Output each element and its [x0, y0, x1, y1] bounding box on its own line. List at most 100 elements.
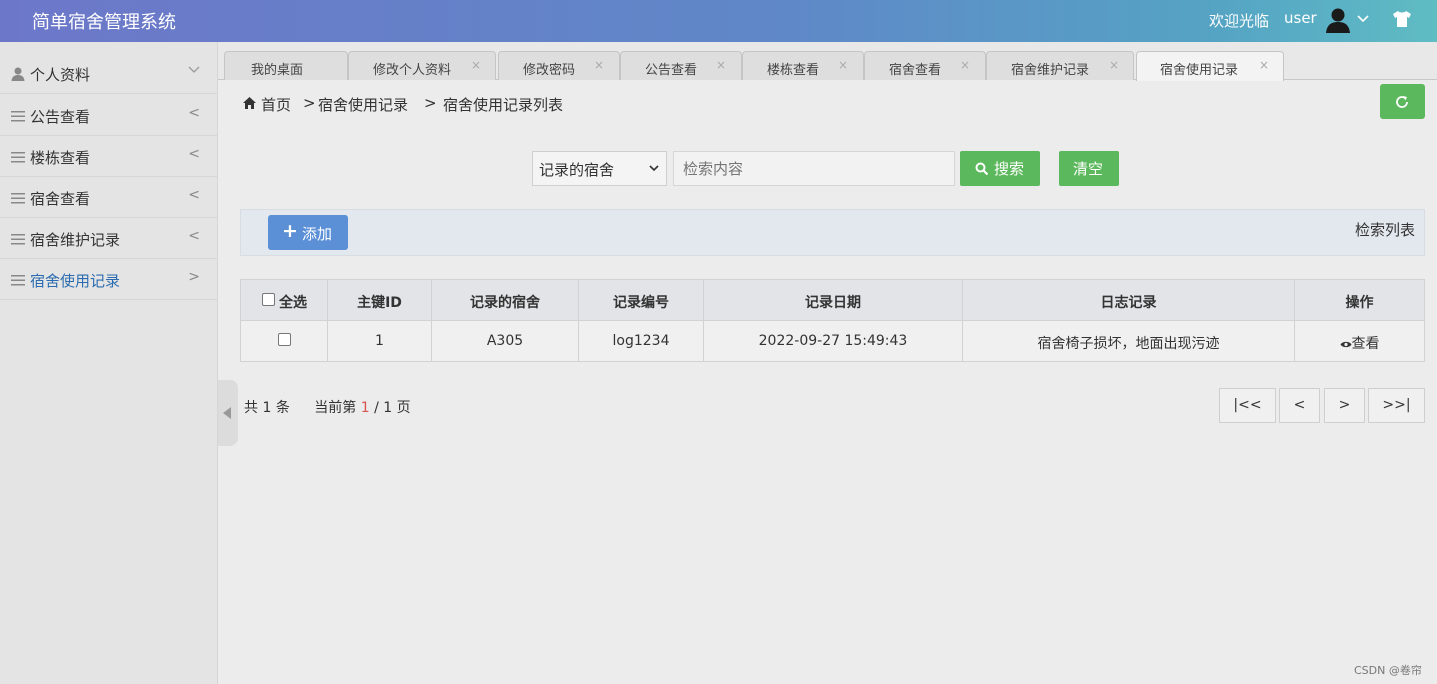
- sidebar-item-maintenance[interactable]: 宿舍维护记录 <: [0, 218, 218, 259]
- chevron-left-icon: <: [188, 187, 200, 203]
- cell-date: 2022-09-27 15:49:43: [704, 321, 963, 361]
- sidebar-item-dorms[interactable]: 宿舍查看 <: [0, 177, 218, 218]
- breadcrumb-separator: >: [303, 94, 316, 112]
- close-icon[interactable]: ×: [1109, 58, 1119, 72]
- search-field-value: 记录的宿舍: [539, 161, 615, 179]
- search-button[interactable]: 搜索: [960, 151, 1040, 186]
- breadcrumb-home[interactable]: 首页: [261, 94, 291, 115]
- view-link[interactable]: 查看: [1295, 333, 1424, 353]
- view-link-label: 查看: [1351, 336, 1380, 352]
- cell-dorm: A305: [432, 321, 579, 361]
- current-page: 1: [360, 400, 370, 416]
- close-icon[interactable]: ×: [594, 58, 604, 72]
- close-icon[interactable]: ×: [471, 58, 481, 72]
- chevron-down-icon: [649, 165, 659, 172]
- breadcrumb-separator: >: [424, 94, 437, 112]
- top-header: 简单宿舍管理系统 欢迎光临 user: [0, 0, 1437, 42]
- breadcrumb-current: 宿舍使用记录列表: [443, 96, 564, 114]
- next-page-button[interactable]: >: [1324, 388, 1365, 423]
- table-header: 全选 主键ID 记录的宿舍 记录编号 记录日期 日志记录 操作: [241, 280, 1424, 321]
- sidebar-item-buildings[interactable]: 楼栋查看 <: [0, 136, 218, 177]
- sidebar-item-label: 宿舍使用记录: [30, 272, 121, 290]
- list-toolbar: [240, 209, 1425, 256]
- breadcrumb: 首页 > 宿舍使用记录 > 宿舍使用记录列表: [238, 80, 1437, 126]
- sidebar-item-profile[interactable]: 个人资料: [0, 53, 218, 94]
- username[interactable]: user: [1284, 9, 1317, 27]
- tab-dorms[interactable]: 宿舍查看 ×: [864, 51, 986, 80]
- close-icon[interactable]: ×: [838, 58, 848, 72]
- tab-label: 修改密码: [523, 63, 576, 78]
- column-header: 操作: [1345, 295, 1374, 311]
- add-button[interactable]: + 添加: [268, 215, 348, 250]
- sidebar-item-label: 宿舍查看: [30, 190, 91, 208]
- list-icon: [11, 152, 25, 163]
- sidebar: 个人资料 公告查看 < 楼栋查看 < 宿舍查看 < 宿舍维护记录 < 宿舍使用记…: [0, 42, 218, 684]
- chevron-left-icon: <: [188, 228, 200, 244]
- breadcrumb-section[interactable]: 宿舍使用记录: [318, 94, 408, 115]
- list-icon: [11, 234, 25, 245]
- tab-label: 我的桌面: [251, 63, 304, 78]
- theme-shirt-icon[interactable]: [1392, 10, 1412, 28]
- tab-buildings[interactable]: 楼栋查看 ×: [742, 51, 864, 80]
- total-pages: 1: [383, 400, 393, 416]
- sidebar-item-label: 楼栋查看: [30, 149, 91, 167]
- chevron-right-icon: >: [188, 269, 200, 285]
- chevron-left-icon: <: [188, 146, 200, 162]
- prev-page-button[interactable]: <: [1279, 388, 1320, 423]
- sidebar-collapse-handle[interactable]: [218, 380, 238, 446]
- collapse-arrow-icon: [223, 407, 231, 419]
- select-all-checkbox[interactable]: [262, 293, 275, 306]
- records-table: 全选 主键ID 记录的宿舍 记录编号 记录日期 日志记录 操作 1 A305 l…: [240, 279, 1425, 362]
- tab-desktop[interactable]: 我的桌面: [224, 51, 348, 80]
- cell-code: log1234: [579, 321, 704, 361]
- list-icon: [11, 193, 25, 204]
- total-count: 1: [262, 400, 272, 416]
- tab-label: 宿舍查看: [889, 63, 942, 78]
- last-page-button[interactable]: >>|: [1368, 388, 1425, 423]
- column-header: 日志记录: [963, 280, 1295, 320]
- column-header: 记录的宿舍: [432, 280, 579, 320]
- close-icon[interactable]: ×: [1259, 58, 1269, 72]
- list-title: 检索列表: [1355, 221, 1416, 239]
- column-header: 主键ID: [328, 280, 432, 320]
- close-icon[interactable]: ×: [960, 58, 970, 72]
- watermark: CSDN @卷帘: [1354, 664, 1422, 677]
- chevron-down-icon[interactable]: [1356, 12, 1370, 26]
- pagination-info: 共 1 条 当前第 1 / 1 页: [244, 400, 411, 416]
- plus-icon: +: [282, 220, 298, 242]
- table-row: 1 A305 log1234 2022-09-27 15:49:43 宿舍椅子损…: [241, 321, 1424, 361]
- sidebar-item-notices[interactable]: 公告查看 <: [0, 95, 218, 136]
- main-content: 首页 > 宿舍使用记录 > 宿舍使用记录列表 记录的宿舍 搜索 清空 + 添加 …: [238, 80, 1437, 684]
- chevron-down-icon: [188, 63, 200, 79]
- sidebar-item-label: 宿舍维护记录: [30, 231, 121, 249]
- search-input[interactable]: [673, 151, 955, 186]
- user-avatar-icon[interactable]: [1324, 6, 1352, 34]
- search-field-select[interactable]: 记录的宿舍: [532, 151, 667, 186]
- row-select-cell: [241, 321, 328, 361]
- sidebar-item-usage-records[interactable]: 宿舍使用记录 >: [0, 259, 218, 300]
- app-title: 简单宿舍管理系统: [32, 12, 176, 33]
- user-icon: [11, 67, 25, 81]
- tab-notices[interactable]: 公告查看 ×: [620, 51, 742, 80]
- column-header: 记录编号: [579, 280, 704, 320]
- list-icon: [11, 111, 25, 122]
- tab-label: 修改个人资料: [373, 63, 452, 78]
- clear-button[interactable]: 清空: [1059, 151, 1119, 186]
- clear-button-label: 清空: [1073, 160, 1104, 178]
- refresh-button[interactable]: [1380, 84, 1425, 119]
- tab-label: 楼栋查看: [767, 63, 820, 78]
- first-page-button[interactable]: |<<: [1219, 388, 1276, 423]
- tab-label: 公告查看: [645, 63, 698, 78]
- tab-maintenance[interactable]: 宿舍维护记录 ×: [986, 51, 1134, 80]
- tab-change-password[interactable]: 修改密码 ×: [498, 51, 620, 80]
- chevron-left-icon: <: [188, 105, 200, 121]
- eye-icon: [1340, 341, 1351, 347]
- search-button-label: 搜索: [994, 160, 1025, 178]
- tab-label: 宿舍维护记录: [1011, 63, 1090, 78]
- close-icon[interactable]: ×: [716, 58, 726, 72]
- row-checkbox[interactable]: [278, 333, 291, 346]
- cell-action: 查看: [1295, 321, 1424, 361]
- tab-edit-profile[interactable]: 修改个人资料 ×: [348, 51, 496, 80]
- header-select-all[interactable]: 全选: [241, 280, 328, 320]
- tab-usage-records[interactable]: 宿舍使用记录 ×: [1136, 51, 1284, 81]
